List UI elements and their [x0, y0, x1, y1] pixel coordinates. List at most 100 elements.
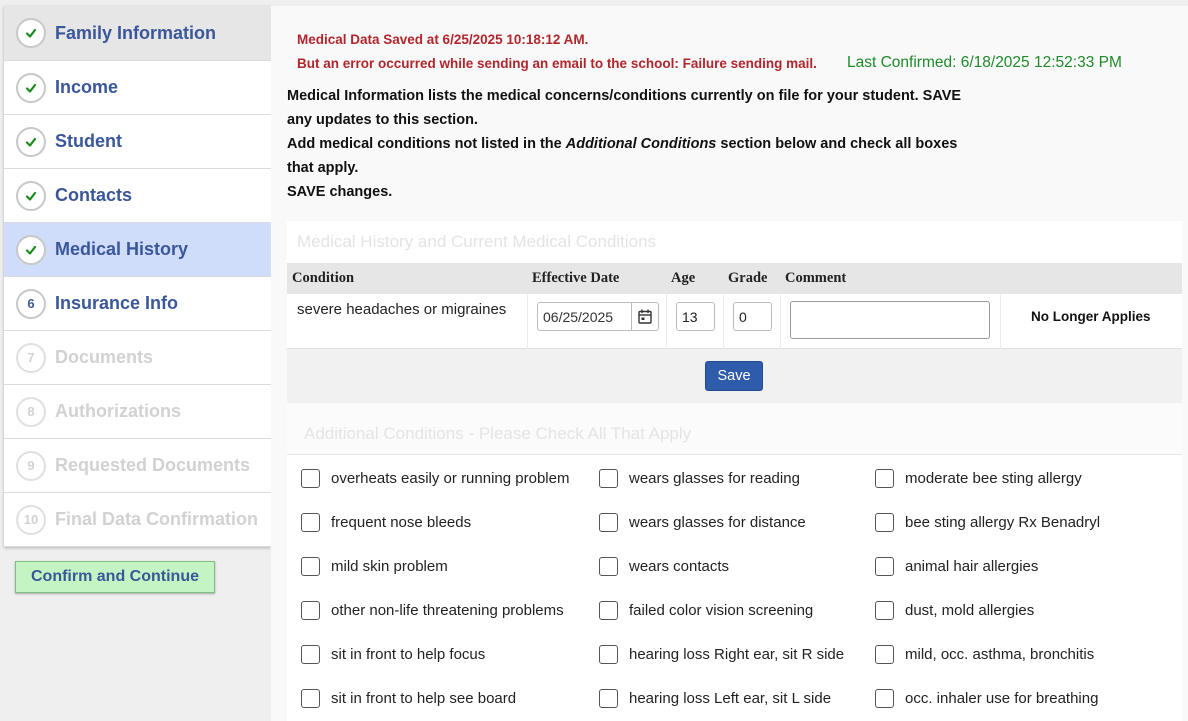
cell-divider: [723, 294, 724, 349]
step-insurance-info[interactable]: 6 Insurance Info: [4, 277, 271, 331]
checkbox[interactable]: [875, 645, 894, 664]
condition-checkbox-item[interactable]: hearing loss Right ear, sit R side: [599, 645, 844, 664]
last-confirmed-text: Last Confirmed: 6/18/2025 12:52:33 PM: [847, 54, 1122, 71]
main-panel: Medical Data Saved at 6/25/2025 10:18:12…: [271, 6, 1188, 721]
step-documents: 7 Documents: [4, 331, 271, 385]
checkbox[interactable]: [599, 513, 618, 532]
step-sidebar: Family Information Income Student Contacts M…: [4, 6, 271, 547]
checkbox[interactable]: [599, 557, 618, 576]
no-longer-applies-label[interactable]: No Longer Applies: [1031, 309, 1151, 324]
effective-date-input[interactable]: [538, 303, 632, 330]
checkbox[interactable]: [875, 469, 894, 488]
step-label: Income: [55, 77, 119, 97]
step-number: 6: [16, 288, 46, 319]
instruction-emphasis: Additional Conditions: [565, 136, 717, 152]
condition-checkbox-item[interactable]: failed color vision screening: [599, 601, 813, 620]
cell-divider: [1000, 294, 1001, 349]
checkbox[interactable]: [301, 689, 320, 708]
checkbox-label: overheats easily or running problem: [331, 470, 570, 487]
step-label: Requested Documents: [55, 455, 251, 475]
step-number: 7: [16, 342, 46, 373]
grade-input[interactable]: [733, 302, 772, 331]
col-comment: Comment: [785, 270, 847, 286]
checkbox-label: frequent nose bleeds: [331, 514, 472, 531]
checkbox[interactable]: [875, 513, 894, 532]
step-number: 10: [16, 504, 46, 535]
condition-checkbox-item[interactable]: sit in front to help see board: [301, 689, 516, 708]
checkbox[interactable]: [599, 645, 618, 664]
checkbox[interactable]: [599, 469, 618, 488]
checkbox-label: occ. inhaler use for breathing: [905, 690, 1099, 707]
check-icon: [16, 180, 46, 211]
save-button[interactable]: Save: [705, 361, 763, 391]
step-family-information[interactable]: Family Information: [4, 6, 271, 61]
checkbox-label: other non-life threatening problems: [331, 602, 564, 619]
condition-checkbox-item[interactable]: moderate bee sting allergy: [875, 469, 1082, 488]
step-student[interactable]: Student: [4, 115, 271, 169]
step-label: Authorizations: [55, 401, 181, 421]
col-grade: Grade: [728, 270, 768, 286]
comment-textarea[interactable]: [790, 301, 990, 339]
checkbox[interactable]: [301, 557, 320, 576]
step-label: Student: [55, 131, 122, 151]
step-income[interactable]: Income: [4, 61, 271, 115]
checkbox-label: sit in front to help see board: [331, 690, 517, 707]
checkbox-label: wears contacts: [629, 558, 730, 575]
email-error-message: But an error occurred while sending an e…: [297, 56, 817, 71]
save-bar: Save: [287, 349, 1182, 403]
checkbox-label: moderate bee sting allergy: [905, 470, 1082, 487]
checkbox-label: animal hair allergies: [905, 558, 1039, 575]
cell-divider: [780, 294, 781, 349]
step-label: Documents: [55, 347, 154, 367]
step-medical-history[interactable]: Medical History: [4, 223, 271, 277]
saved-message: Medical Data Saved at 6/25/2025 10:18:12…: [297, 32, 589, 47]
col-condition: Condition: [292, 270, 355, 286]
condition-checkbox-item[interactable]: hearing loss Left ear, sit L side: [599, 689, 831, 708]
condition-checkbox-item[interactable]: overheats easily or running problem: [301, 469, 569, 488]
step-authorizations: 8 Authorizations: [4, 385, 271, 439]
checkbox[interactable]: [875, 557, 894, 576]
step-label: Medical History: [55, 239, 189, 259]
condition-checkbox-item[interactable]: mild, occ. asthma, bronchitis: [875, 645, 1094, 664]
checkbox-label: wears glasses for distance: [629, 514, 806, 531]
checkbox[interactable]: [875, 601, 894, 620]
checkbox[interactable]: [599, 689, 618, 708]
condition-checkbox-item[interactable]: wears contacts: [599, 557, 729, 576]
condition-checkbox-item[interactable]: frequent nose bleeds: [301, 513, 471, 532]
step-number: 9: [16, 450, 46, 481]
checkbox-label: wears glasses for reading: [629, 470, 800, 487]
effective-date-picker: [537, 302, 659, 331]
instruction-line-2-start: Add medical conditions not listed in the: [287, 136, 566, 152]
checkbox[interactable]: [875, 689, 894, 708]
condition-checkbox-item[interactable]: dust, mold allergies: [875, 601, 1034, 620]
condition-checkbox-item[interactable]: occ. inhaler use for breathing: [875, 689, 1098, 708]
instruction-line-3: SAVE changes.: [287, 184, 393, 200]
col-effective-date: Effective Date: [532, 270, 620, 286]
condition-checkbox-item[interactable]: animal hair allergies: [875, 557, 1038, 576]
condition-checkbox-item[interactable]: wears glasses for distance: [599, 513, 806, 532]
condition-name: severe headaches or migraines: [297, 301, 507, 318]
checkbox[interactable]: [301, 469, 320, 488]
condition-checkbox-item[interactable]: bee sting allergy Rx Benadryl: [875, 513, 1100, 532]
condition-checkbox-item[interactable]: sit in front to help focus: [301, 645, 485, 664]
checkbox-label: sit in front to help focus: [331, 646, 486, 663]
checkbox[interactable]: [599, 601, 618, 620]
instruction-line-2: Add medical conditions not listed in the…: [287, 132, 977, 180]
instruction-line-1: Medical Information lists the medical co…: [287, 88, 962, 128]
checkbox[interactable]: [301, 601, 320, 620]
step-contacts[interactable]: Contacts: [4, 169, 271, 223]
checkbox[interactable]: [301, 513, 320, 532]
condition-checkbox-item[interactable]: wears glasses for reading: [599, 469, 800, 488]
calendar-icon[interactable]: [631, 303, 658, 330]
step-final-data-confirmation: 10 Final Data Confirmation: [4, 493, 271, 547]
step-label: Contacts: [55, 185, 133, 205]
step-label: Insurance Info: [55, 293, 179, 313]
check-icon: [16, 126, 46, 157]
col-age: Age: [671, 270, 696, 286]
condition-checkbox-item[interactable]: mild skin problem: [301, 557, 448, 576]
age-input[interactable]: [676, 302, 715, 331]
checkbox[interactable]: [301, 645, 320, 664]
condition-checkbox-item[interactable]: other non-life threatening problems: [301, 601, 564, 620]
checkbox-label: hearing loss Left ear, sit L side: [629, 690, 832, 707]
confirm-and-continue-button[interactable]: Confirm and Continue: [15, 561, 215, 593]
